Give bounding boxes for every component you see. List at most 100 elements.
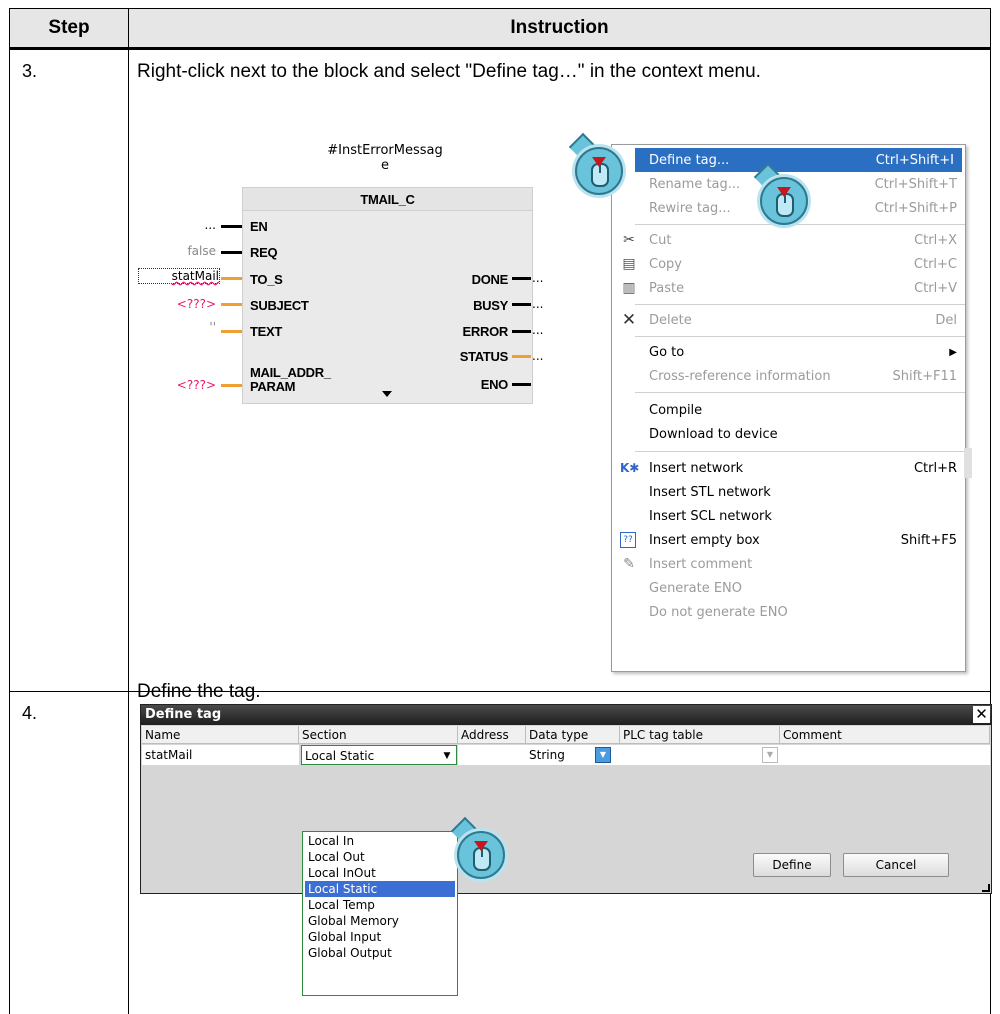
subject-value[interactable]: <???>: [150, 297, 216, 311]
instruction-column-header: Instruction: [129, 9, 990, 47]
section-option[interactable]: Local Out: [305, 849, 455, 865]
data-type-cell[interactable]: String ▼: [526, 745, 620, 765]
menu-separator: [635, 392, 965, 393]
paste-icon: ▥: [622, 280, 636, 296]
param-value[interactable]: <???>: [150, 378, 216, 392]
step-number-4: 4.: [22, 703, 38, 723]
eno-wire: [512, 383, 531, 386]
background-scroll-stub: [964, 448, 972, 478]
address-cell[interactable]: [458, 745, 526, 765]
instance-db-name-line1: #InstErrorMessag: [327, 143, 443, 158]
menu-item-delete[interactable]: ✕ Delete Del: [612, 308, 965, 332]
pin-eno: ENO: [480, 377, 509, 392]
scissors-icon: ✂: [623, 232, 635, 248]
dialog-title: Define tag: [145, 707, 222, 722]
delete-icon: ✕: [621, 310, 637, 330]
section-selected-value: Local Static: [305, 749, 375, 763]
done-wire: [512, 277, 531, 280]
mouse-click-icon: [575, 147, 623, 195]
close-icon[interactable]: ✕: [973, 706, 990, 723]
text-value[interactable]: '': [150, 320, 216, 334]
pin-status: STATUS: [459, 349, 509, 364]
done-value[interactable]: ...: [532, 271, 546, 285]
param-wire: [221, 384, 242, 387]
menu-separator: [635, 451, 965, 452]
menu-item-go-to[interactable]: Go to ▶: [612, 340, 965, 364]
define-tag-dialog: Define tag ✕ Name Section Address Data t…: [140, 704, 992, 894]
table-border-left: [9, 8, 10, 1014]
instruction-text-4: Define the tag.: [137, 681, 261, 702]
section-option[interactable]: Local InOut: [305, 865, 455, 881]
plc-tag-table-cell[interactable]: ▼: [620, 745, 780, 765]
pin-subject: SUBJECT: [250, 298, 309, 313]
step-number-3: 3.: [22, 61, 38, 81]
comment-cell[interactable]: [780, 745, 990, 765]
instruction-text-3: Right-click next to the block and select…: [137, 61, 761, 82]
name-cell[interactable]: statMail: [142, 745, 299, 765]
status-value[interactable]: ...: [532, 349, 546, 363]
plc-tag-table-dropdown-icon[interactable]: ▼: [762, 747, 778, 763]
section-option[interactable]: Local In: [305, 833, 455, 849]
busy-value[interactable]: ...: [532, 297, 546, 311]
section-dropdown-list: Local In Local Out Local InOut Local Sta…: [302, 831, 458, 996]
section-select[interactable]: Local Static ▼: [301, 745, 457, 765]
pin-text: TEXT: [250, 324, 283, 339]
copy-icon: ▤: [622, 256, 636, 272]
column-header-address[interactable]: Address: [458, 726, 526, 744]
column-header-data-type[interactable]: Data type: [526, 726, 620, 744]
instance-db-name-line2: e: [381, 158, 389, 173]
menu-item-compile[interactable]: Compile: [612, 398, 965, 422]
column-header-plc-tag-table[interactable]: PLC tag table: [620, 726, 780, 744]
resize-grip[interactable]: [982, 884, 990, 892]
section-option[interactable]: Global Input: [305, 929, 455, 945]
dropdown-arrow-icon[interactable]: ▼: [438, 746, 456, 764]
menu-item-do-not-generate-eno[interactable]: Do not generate ENO: [612, 600, 965, 624]
section-option-selected[interactable]: Local Static: [305, 881, 455, 897]
busy-wire: [512, 303, 531, 306]
menu-item-insert-comment[interactable]: ✎ Insert comment: [612, 552, 965, 576]
menu-separator: [635, 224, 965, 225]
insert-network-icon: K✱: [620, 461, 640, 475]
menu-item-paste[interactable]: ▥ Paste Ctrl+V: [612, 276, 965, 300]
req-value[interactable]: false: [150, 244, 216, 258]
pin-error: ERROR: [462, 324, 509, 339]
req-wire: [221, 251, 242, 254]
to-s-wire: [221, 277, 242, 280]
to-s-value[interactable]: statMail: [138, 268, 220, 284]
status-wire: [512, 355, 531, 358]
pin-req: REQ: [250, 245, 278, 260]
data-type-dropdown-icon[interactable]: ▼: [595, 747, 611, 763]
menu-item-copy[interactable]: ▤ Copy Ctrl+C: [612, 252, 965, 276]
menu-item-cut[interactable]: ✂ Cut Ctrl+X: [612, 228, 965, 252]
pin-param: PARAM: [250, 379, 296, 394]
en-value[interactable]: ...: [150, 218, 216, 232]
expand-block-icon[interactable]: [382, 391, 392, 397]
menu-item-cross-reference[interactable]: Cross-reference information Shift+F11: [612, 364, 965, 388]
menu-item-define-tag[interactable]: Define tag... Ctrl+Shift+I: [635, 148, 962, 172]
define-button[interactable]: Define: [753, 853, 831, 877]
column-header-comment[interactable]: Comment: [780, 726, 990, 744]
menu-item-insert-empty-box[interactable]: ?? Insert empty box Shift+F5: [612, 528, 965, 552]
error-value[interactable]: ...: [532, 323, 546, 337]
pin-done: DONE: [471, 272, 509, 287]
section-option[interactable]: Local Temp: [305, 897, 455, 913]
cancel-button[interactable]: Cancel: [843, 853, 949, 877]
menu-item-insert-network[interactable]: K✱ Insert network Ctrl+R: [612, 456, 965, 480]
text-wire: [221, 330, 242, 333]
pin-en: EN: [250, 219, 268, 234]
column-header-name[interactable]: Name: [142, 726, 299, 744]
section-option[interactable]: Global Output: [305, 945, 455, 961]
section-option[interactable]: Global Memory: [305, 913, 455, 929]
dialog-title-bar: Define tag ✕: [141, 705, 991, 725]
step-column-header: Step: [10, 9, 128, 47]
column-header-section[interactable]: Section: [299, 726, 458, 744]
en-wire: [221, 225, 242, 228]
pin-mail-addr: MAIL_ADDR_: [250, 365, 331, 380]
submenu-arrow-icon: ▶: [949, 346, 957, 358]
menu-item-insert-scl-network[interactable]: Insert SCL network: [612, 504, 965, 528]
instance-db-name: #InstErrorMessag e: [300, 143, 470, 173]
menu-item-download-to-device[interactable]: Download to device: [612, 422, 965, 446]
table-header-divider: [9, 47, 991, 50]
menu-item-insert-stl-network[interactable]: Insert STL network: [612, 480, 965, 504]
menu-item-generate-eno[interactable]: Generate ENO: [612, 576, 965, 600]
